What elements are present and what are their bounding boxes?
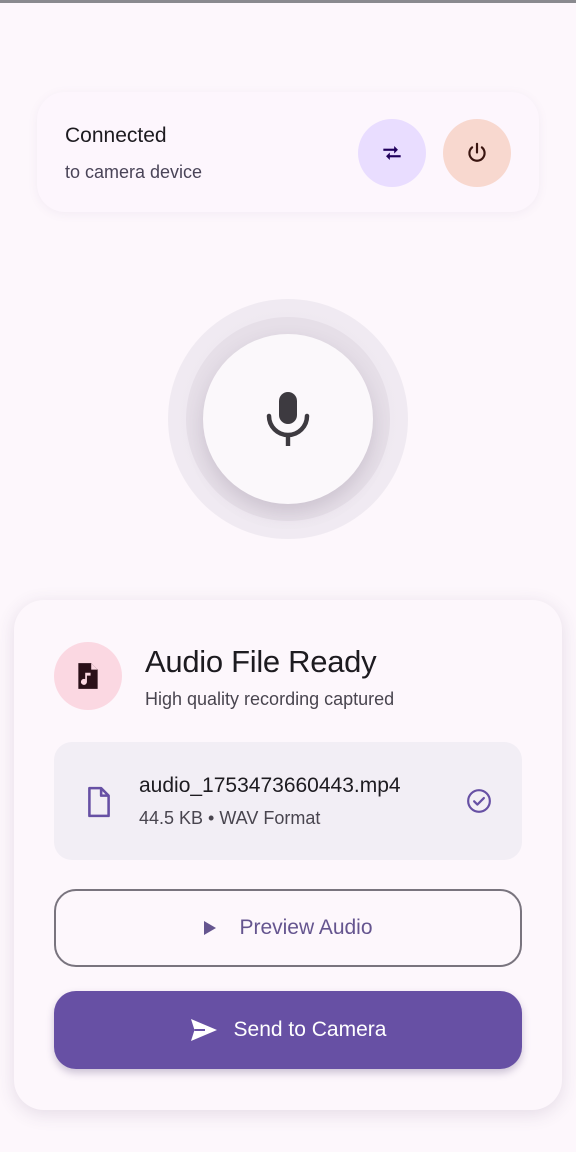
- card-title: Audio File Ready: [145, 644, 377, 679]
- connection-status-title: Connected: [65, 124, 167, 147]
- audio-file-icon: [78, 663, 98, 689]
- connection-status-subtitle: to camera device: [65, 162, 203, 182]
- play-icon: [204, 921, 217, 935]
- power-icon: [468, 142, 486, 162]
- document-icon: [88, 786, 110, 818]
- preview-audio-button[interactable]: Preview Audio: [54, 889, 522, 967]
- file-info-row: audio_1753473660443.mp4 44.5 KB • WAV Fo…: [54, 742, 522, 860]
- send-to-camera-button[interactable]: Send to Camera: [54, 991, 522, 1069]
- microphone-icon: [266, 392, 310, 446]
- file-name: audio_1753473660443.mp4: [139, 774, 401, 797]
- status-bar-divider: [0, 0, 576, 3]
- record-button[interactable]: [203, 334, 373, 504]
- audio-file-card: Audio File Ready High quality recording …: [14, 600, 562, 1110]
- card-subtitle: High quality recording captured: [145, 689, 395, 709]
- switch-device-button[interactable]: [358, 119, 426, 187]
- check-circle-icon: [467, 789, 491, 813]
- send-icon: [190, 1019, 217, 1041]
- swap-arrows-icon: [383, 145, 401, 161]
- connection-card: Connected to camera device: [37, 92, 539, 212]
- disconnect-button[interactable]: [443, 119, 511, 187]
- audio-file-badge: [54, 642, 122, 710]
- file-meta: 44.5 KB • WAV Format: [139, 808, 321, 828]
- send-to-camera-label: Send to Camera: [233, 1018, 387, 1041]
- preview-audio-label: Preview Audio: [239, 916, 373, 939]
